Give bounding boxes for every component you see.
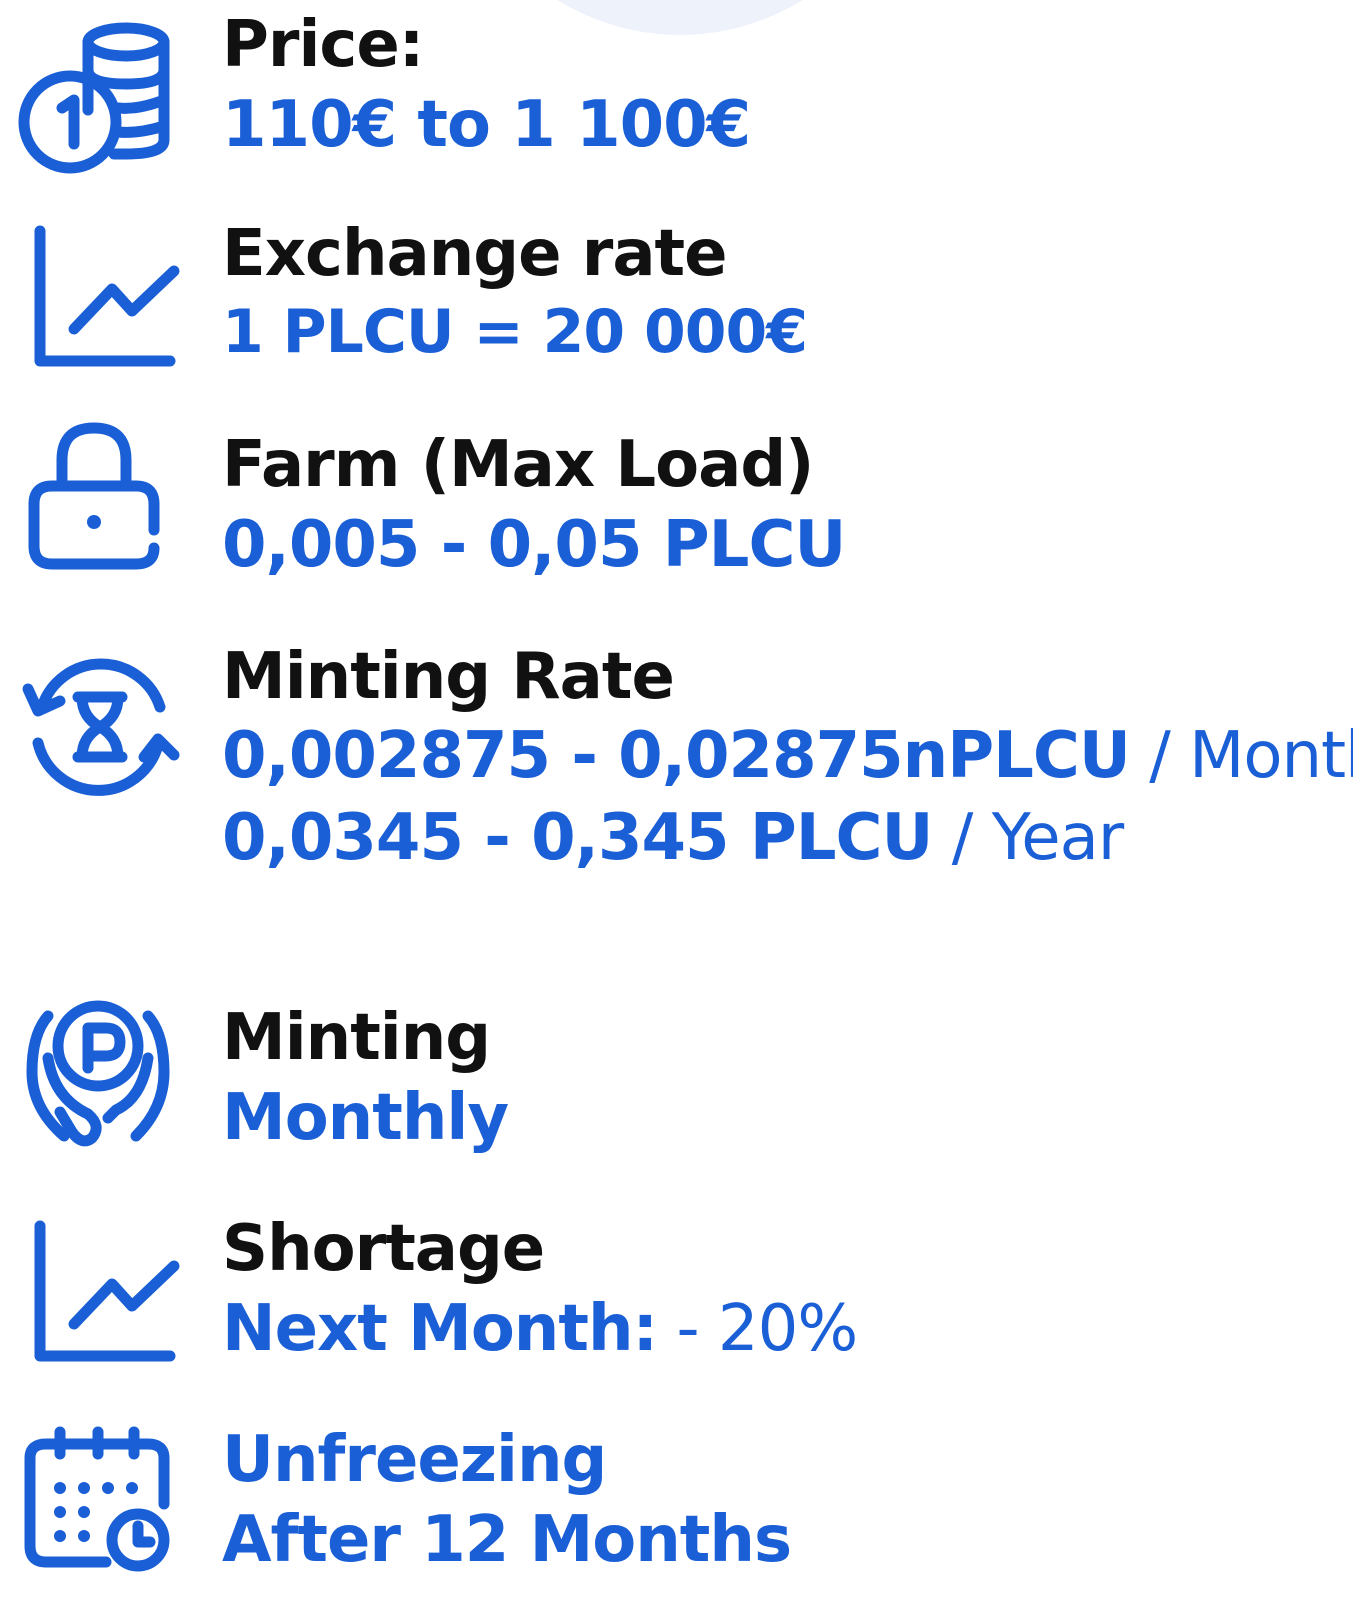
- minting-rate-year: 0,0345 - 0,345 PLCU / Year: [222, 806, 1124, 870]
- shortage-label: Shortage: [222, 1212, 545, 1286]
- minting-rate-month-suffix: / Month: [1149, 719, 1353, 793]
- price-label: Price:: [222, 8, 424, 82]
- decorative-circle: [450, 0, 910, 35]
- minting-label: Minting: [222, 1001, 491, 1075]
- farm-label: Farm (Max Load): [222, 428, 814, 502]
- minting-rate-month-value: 0,002875 - 0,02875nPLCU: [222, 719, 1131, 793]
- minting-rate-month: 0,002875 - 0,02875nPLCU / Month: [222, 724, 1353, 788]
- lock-icon: [18, 420, 168, 570]
- coins-icon: [18, 20, 178, 175]
- unfreezing-label: Unfreezing: [222, 1423, 607, 1497]
- line-chart-icon: [18, 1220, 183, 1365]
- price-value: 110€ to 1 100€: [222, 88, 751, 162]
- shortage-value-suffix: - 20%: [657, 1292, 858, 1366]
- calendar-clock-icon: [18, 1426, 178, 1578]
- exchange-rate-value: 1 PLCU = 20 000€: [222, 297, 808, 367]
- exchange-rate-label: Exchange rate: [222, 217, 727, 291]
- farm-value: 0,005 - 0,05 PLCU: [222, 508, 846, 582]
- minting-value: Monthly: [222, 1081, 509, 1155]
- minting-rate-year-value: 0,0345 - 0,345 PLCU: [222, 801, 933, 875]
- minting-rate-label: Minting Rate: [222, 640, 675, 714]
- shortage-value-main: Next Month:: [222, 1292, 658, 1366]
- hourglass-cycle-icon: [18, 645, 180, 805]
- minting-rate-year-suffix: / Year: [932, 801, 1124, 875]
- hands-coin-icon: [18, 998, 178, 1148]
- shortage-value: Next Month: - 20%: [222, 1297, 858, 1361]
- line-chart-icon: [18, 225, 183, 370]
- unfreezing-value: After 12 Months: [222, 1503, 792, 1577]
